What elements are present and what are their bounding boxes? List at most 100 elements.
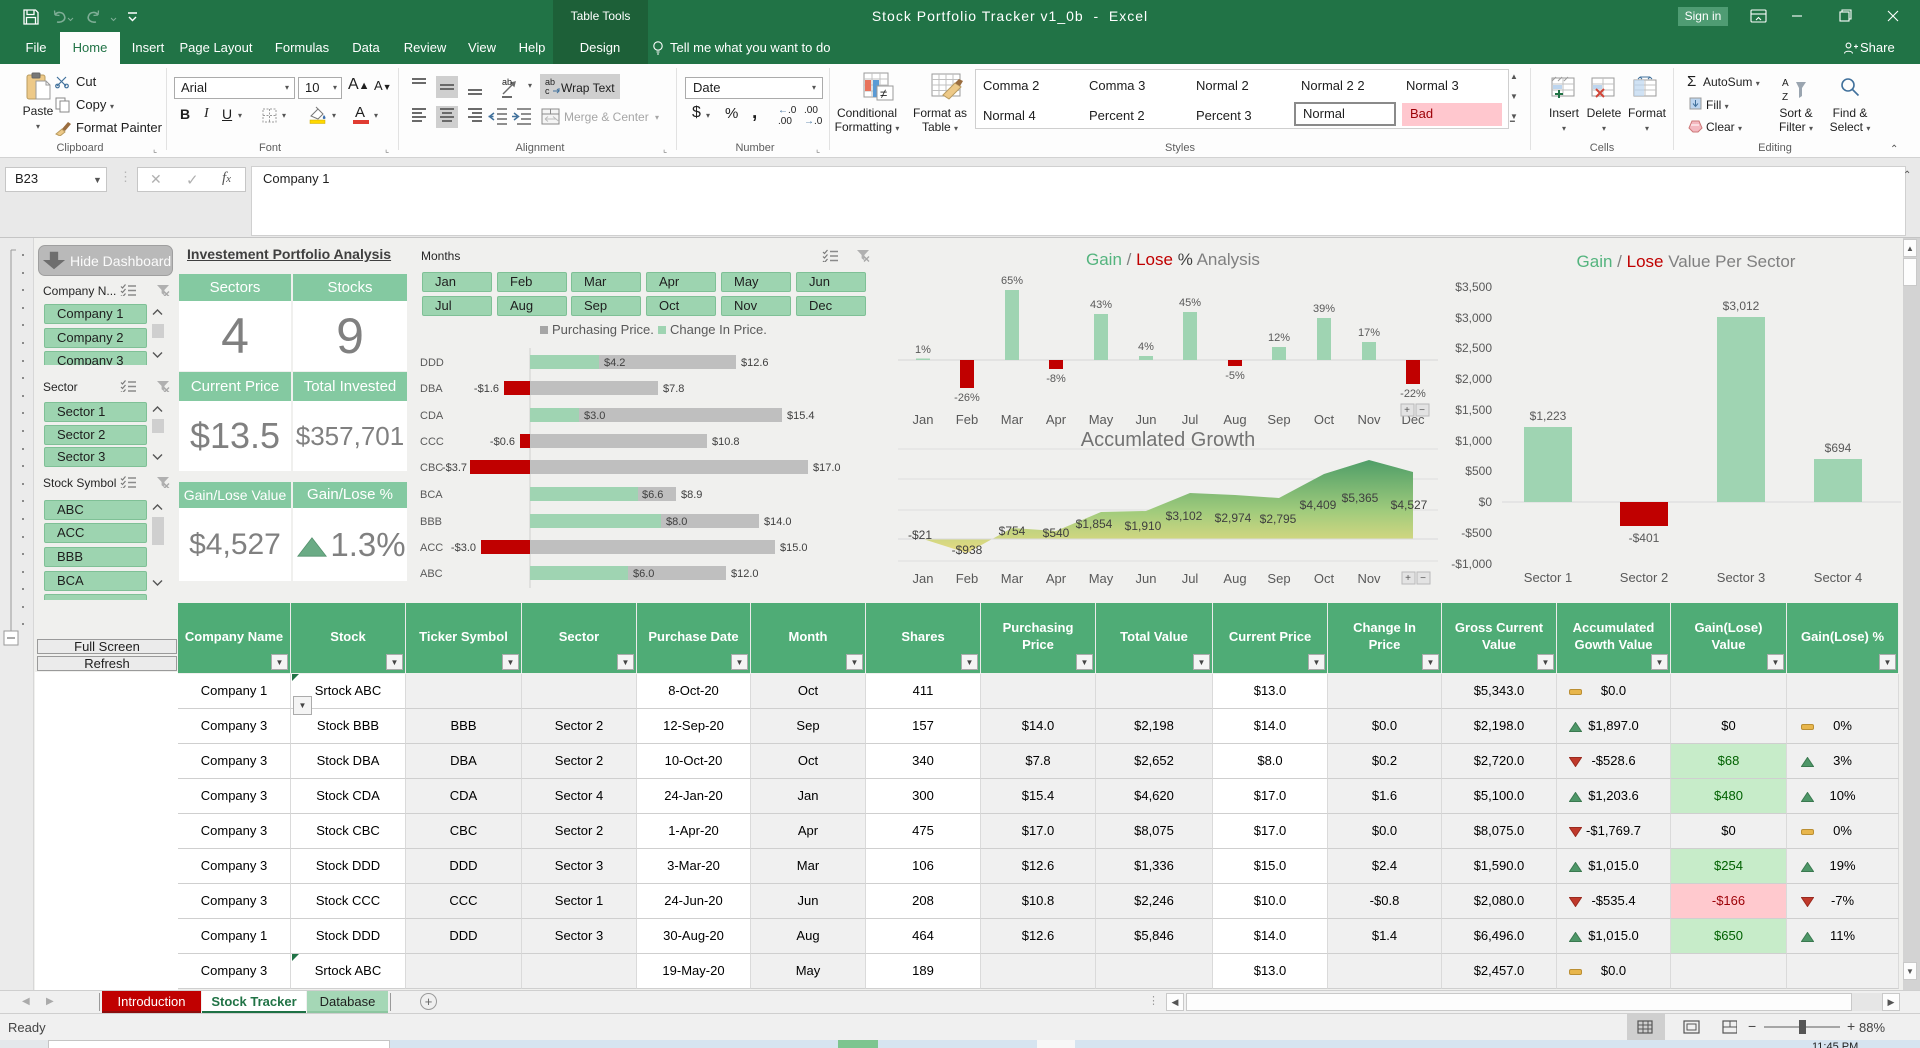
svg-text:-8%: -8% — [1046, 373, 1066, 385]
svg-text:CDA: CDA — [420, 410, 444, 422]
svg-text:Jul: Jul — [1182, 571, 1199, 586]
svg-text:Gain / Lose % Analysis: Gain / Lose % Analysis — [1086, 250, 1260, 269]
svg-text:$4.2: $4.2 — [604, 357, 625, 369]
svg-text:Mar: Mar — [1001, 412, 1024, 427]
svg-text:Jul: Jul — [1182, 412, 1199, 427]
svg-text:$12.0: $12.0 — [731, 568, 759, 580]
svg-text:Jun: Jun — [1136, 412, 1157, 427]
svg-text:Nov: Nov — [1357, 412, 1381, 427]
svg-text:A: A — [1782, 78, 1789, 89]
svg-text:Sector 2: Sector 2 — [1620, 570, 1668, 585]
svg-text:Sector 3: Sector 3 — [1717, 570, 1765, 585]
svg-text:-5%: -5% — [1225, 370, 1245, 382]
svg-text:$15.0: $15.0 — [780, 542, 808, 554]
svg-text:12%: 12% — [1268, 332, 1290, 344]
svg-text:Oct: Oct — [1314, 412, 1335, 427]
svg-text:DDD: DDD — [420, 357, 444, 369]
svg-text:$1,223: $1,223 — [1530, 409, 1567, 423]
svg-text:Feb: Feb — [956, 571, 978, 586]
svg-text:−: − — [1419, 405, 1425, 416]
svg-text:$12.6: $12.6 — [741, 357, 769, 369]
svg-text:-$3.0: -$3.0 — [451, 542, 476, 554]
svg-text:BCA: BCA — [420, 489, 443, 501]
svg-text:17%: 17% — [1358, 327, 1380, 339]
svg-text:$3.0: $3.0 — [584, 410, 605, 422]
svg-text:-$1,000: -$1,000 — [1451, 557, 1492, 571]
svg-text:$6.6: $6.6 — [642, 489, 663, 501]
svg-text:+: + — [1404, 405, 1410, 416]
svg-text:43%: 43% — [1090, 299, 1112, 311]
svg-text:$1,910: $1,910 — [1125, 519, 1162, 533]
svg-text:$0: $0 — [1479, 495, 1493, 509]
svg-text:Jan: Jan — [913, 412, 934, 427]
svg-text:4%: 4% — [1138, 341, 1154, 353]
svg-text:$6.0: $6.0 — [633, 568, 654, 580]
svg-text:$10.8: $10.8 — [712, 436, 740, 448]
svg-text:$540: $540 — [1043, 526, 1070, 540]
svg-text:≠: ≠ — [880, 86, 887, 101]
svg-text:Change In Price.: Change In Price. — [670, 322, 767, 337]
svg-text:Sep: Sep — [1267, 571, 1290, 586]
svg-text:+: + — [1405, 573, 1411, 584]
svg-text:$3,500: $3,500 — [1455, 280, 1492, 294]
svg-text:Feb: Feb — [956, 412, 978, 427]
svg-text:-$1.6: -$1.6 — [474, 383, 499, 395]
svg-text:$17.0: $17.0 — [813, 462, 841, 474]
svg-text:Aug: Aug — [1223, 412, 1246, 427]
svg-text:-$938: -$938 — [952, 543, 983, 557]
svg-text:1%: 1% — [915, 344, 931, 356]
svg-text:$4,527: $4,527 — [1391, 498, 1428, 512]
svg-text:-$500: -$500 — [1461, 526, 1492, 540]
svg-text:$2,500: $2,500 — [1455, 341, 1492, 355]
svg-text:$1,500: $1,500 — [1455, 403, 1492, 417]
svg-text:$754: $754 — [999, 524, 1026, 538]
svg-text:−: − — [1420, 573, 1426, 584]
svg-text:BBB: BBB — [420, 516, 442, 528]
svg-text:May: May — [1089, 412, 1114, 427]
svg-text:$7.8: $7.8 — [663, 383, 684, 395]
svg-text:Z: Z — [1782, 92, 1788, 102]
svg-text:$500: $500 — [1465, 464, 1492, 478]
svg-text:CBC: CBC — [420, 462, 443, 474]
svg-text:$1,854: $1,854 — [1076, 517, 1113, 531]
svg-text:$694: $694 — [1825, 441, 1852, 455]
svg-text:Apr: Apr — [1046, 571, 1067, 586]
svg-text:$8.9: $8.9 — [681, 489, 702, 501]
svg-text:$2,974: $2,974 — [1215, 511, 1252, 525]
svg-text:$1,000: $1,000 — [1455, 434, 1492, 448]
svg-text:ABC: ABC — [420, 568, 443, 580]
svg-text:Oct: Oct — [1314, 571, 1335, 586]
svg-text:$3,012: $3,012 — [1723, 299, 1760, 313]
svg-text:$8.0: $8.0 — [666, 516, 687, 528]
svg-text:-$3.7: -$3.7 — [442, 462, 467, 474]
svg-text:65%: 65% — [1001, 275, 1023, 287]
svg-text:Gain / Lose Value Per Sector: Gain / Lose Value Per Sector — [1577, 252, 1796, 271]
svg-text:May: May — [1089, 571, 1114, 586]
svg-text:Purchasing Price.: Purchasing Price. — [552, 322, 654, 337]
svg-text:DBA: DBA — [420, 383, 443, 395]
svg-text:39%: 39% — [1313, 303, 1335, 315]
svg-text:$4,409: $4,409 — [1300, 498, 1337, 512]
svg-text:CCC: CCC — [420, 436, 444, 448]
svg-text:-22%: -22% — [1400, 388, 1426, 400]
svg-text:Sector 4: Sector 4 — [1814, 570, 1862, 585]
svg-text:c: c — [545, 86, 550, 96]
svg-text:Apr: Apr — [1046, 412, 1067, 427]
svg-text:$14.0: $14.0 — [764, 516, 792, 528]
svg-text:Jun: Jun — [1136, 571, 1157, 586]
svg-text:-$401: -$401 — [1629, 531, 1660, 545]
svg-text:$2,000: $2,000 — [1455, 372, 1492, 386]
svg-text:$5,365: $5,365 — [1342, 491, 1379, 505]
svg-text:Nov: Nov — [1357, 571, 1381, 586]
svg-text:Sep: Sep — [1267, 412, 1290, 427]
svg-text:ACC: ACC — [420, 542, 443, 554]
svg-text:Mar: Mar — [1001, 571, 1024, 586]
svg-text:Accumlated Growth: Accumlated Growth — [1081, 430, 1256, 451]
svg-text:45%: 45% — [1179, 297, 1201, 309]
svg-text:$15.4: $15.4 — [787, 410, 815, 422]
svg-text:Jan: Jan — [913, 571, 934, 586]
svg-text:ab: ab — [502, 77, 512, 87]
svg-text:$3,000: $3,000 — [1455, 311, 1492, 325]
svg-text:-26%: -26% — [954, 392, 980, 404]
svg-text:$2,795: $2,795 — [1260, 512, 1297, 526]
